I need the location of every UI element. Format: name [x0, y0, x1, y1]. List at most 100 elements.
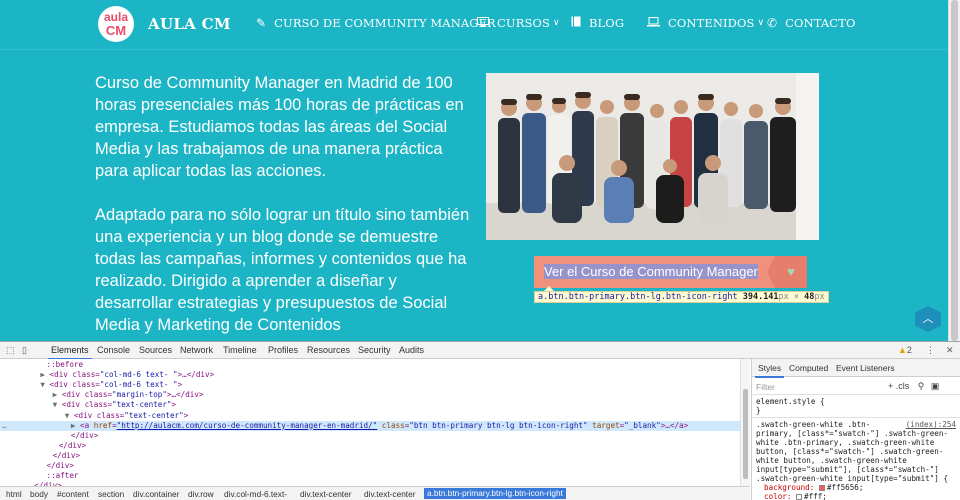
- color-swatch[interactable]: [796, 494, 803, 500]
- tab-profiles[interactable]: Profiles: [268, 345, 298, 355]
- pin-icon[interactable]: ⚲: [918, 381, 925, 391]
- expand-toggle-icon: ▶: [40, 370, 50, 380]
- tab-security[interactable]: Security: [358, 345, 391, 355]
- chevron-up-icon: ︿: [922, 313, 934, 325]
- device-mode-icon[interactable]: ▯: [22, 345, 27, 356]
- styles-filter-tools[interactable]: + .cls ⚲ ▣: [888, 381, 939, 392]
- css-selector-line[interactable]: primary, [class*="swatch-"] .swatch-gree…: [756, 429, 948, 438]
- breadcrumb-item[interactable]: #content: [57, 489, 89, 499]
- page-viewport: aula CM AULA CM ✎ CURSO DE COMMUNITY MAN…: [0, 0, 948, 341]
- tab-elements[interactable]: Elements: [48, 345, 92, 360]
- nav-item-label: CURSO DE COMMUNITY MANAGER: [274, 16, 496, 30]
- styles-filter-input[interactable]: Filter: [756, 382, 775, 392]
- dom-tree-scrollbar-thumb[interactable]: [743, 389, 748, 479]
- tab-resources[interactable]: Resources: [307, 345, 350, 355]
- element-style-rule[interactable]: element.style {: [756, 397, 825, 406]
- gutter-ellipsis: …: [2, 420, 7, 430]
- tab-sources[interactable]: Sources: [139, 345, 172, 355]
- scroll-to-top-button[interactable]: ︿: [915, 306, 941, 332]
- dom-node-line[interactable]: ::after: [0, 471, 740, 481]
- breadcrumb-item[interactable]: div.text-center: [364, 489, 416, 499]
- dom-node-line[interactable]: ▼ <div class="col-md-6 text- ">: [0, 380, 740, 390]
- page-scrollbar[interactable]: [948, 0, 960, 341]
- nav-item-cursos[interactable]: CURSOS ∨: [477, 16, 560, 30]
- css-declaration-color[interactable]: color: #fff;: [756, 492, 827, 500]
- dom-node-line[interactable]: ▼ <div class="text-center">: [0, 411, 740, 421]
- add-rule-label[interactable]: + .cls: [888, 381, 909, 391]
- dom-node-line[interactable]: ▶ <div class="col-md-6 text- ">…</div>: [0, 370, 740, 380]
- pencil-icon: ✎: [256, 16, 267, 30]
- styles-divider: [752, 417, 960, 418]
- tab-styles[interactable]: Styles: [754, 363, 785, 378]
- nav-item-curso-cm[interactable]: ✎ CURSO DE COMMUNITY MANAGER: [256, 16, 496, 30]
- dom-node-line[interactable]: </div>: [0, 441, 740, 451]
- dom-tree[interactable]: ::before ▶ <div class="col-md-6 text- ">……: [0, 359, 740, 486]
- css-selector-line[interactable]: white button, .swatch-green-white: [756, 456, 907, 465]
- dom-node-line[interactable]: </div>: [0, 461, 740, 471]
- screen: aula CM AULA CM ✎ CURSO DE COMMUNITY MAN…: [0, 0, 960, 500]
- expand-toggle-icon: ▼: [40, 380, 50, 390]
- breadcrumb-item[interactable]: body: [30, 489, 48, 499]
- inspect-element-icon[interactable]: ⬚: [6, 345, 15, 356]
- tab-console[interactable]: Console: [97, 345, 130, 355]
- expand-toggle-icon: ▼: [64, 410, 74, 420]
- intro-paragraph-1: Curso de Community Manager en Madrid de …: [95, 74, 464, 180]
- brand-name[interactable]: AULA CM: [148, 15, 231, 33]
- nav-item-contenidos[interactable]: CONTENIDOS ∨: [647, 16, 764, 30]
- css-selector-line[interactable]: .swatch-green-white .btn-: [756, 420, 870, 429]
- breadcrumb-item[interactable]: div.text-center: [300, 489, 352, 499]
- tab-event-listeners[interactable]: Event Listeners: [836, 363, 895, 373]
- dom-node-line[interactable]: ▼ <div class="text-center">: [0, 400, 740, 410]
- element-state-icon[interactable]: ▣: [931, 381, 940, 391]
- nav-item-label: CURSOS: [497, 16, 550, 30]
- element-style-close: }: [756, 406, 761, 415]
- expand-toggle-icon: ▶: [70, 420, 81, 430]
- tab-computed[interactable]: Computed: [789, 363, 828, 373]
- styles-pane: Styles Computed Event Listeners Filter +…: [751, 359, 960, 500]
- nav-item-label: CONTACTO: [785, 16, 856, 30]
- css-selector-line[interactable]: white .btn-primary, .swatch-green-white: [756, 438, 934, 447]
- rule-source-link[interactable]: (index):254: [906, 420, 956, 429]
- nav-item-blog[interactable]: BLOG: [571, 16, 624, 30]
- chevron-down-icon: ∨: [552, 18, 560, 28]
- expand-toggle-icon: ▼: [52, 400, 62, 410]
- dom-node-line[interactable]: ::before: [0, 360, 740, 370]
- breadcrumb-item[interactable]: div.container: [133, 489, 179, 499]
- inspect-tooltip: a.btn.btn-primary.btn-lg.btn-icon-right …: [534, 291, 829, 303]
- css-selector-line[interactable]: .swatch-green-white input[type="submit"]…: [756, 474, 948, 483]
- nav-item-contacto[interactable]: ✆ CONTACTO: [767, 16, 856, 30]
- warning-counter[interactable]: ▲2: [898, 345, 912, 355]
- navbar: aula CM AULA CM ✎ CURSO DE COMMUNITY MAN…: [0, 0, 948, 50]
- dom-node-line[interactable]: ▶ <div class="margin-top">…</div>: [0, 390, 740, 400]
- breadcrumb-item[interactable]: html: [6, 489, 22, 499]
- tab-timeline[interactable]: Timeline: [223, 345, 257, 355]
- dom-node-line[interactable]: </div>: [0, 451, 740, 461]
- styles-divider: [752, 394, 960, 395]
- phone-icon: ✆: [767, 16, 778, 30]
- css-declaration-background[interactable]: background: #ff5656;: [756, 483, 863, 492]
- tooltip-selector: a.btn.btn-primary.btn-lg.btn-icon-right: [538, 292, 738, 302]
- cta-label: Ver el Curso de Community Manager: [534, 256, 775, 288]
- breadcrumb-item[interactable]: section: [98, 489, 124, 499]
- group-photo-image: [486, 73, 819, 240]
- tooltip-dimensions: 394.141px × 48px: [742, 292, 825, 302]
- breadcrumb-item[interactable]: div.row: [188, 489, 214, 499]
- dom-tree-scrollbar[interactable]: [740, 359, 750, 486]
- color-swatch[interactable]: [818, 485, 825, 491]
- more-options-icon[interactable]: ⋮: [926, 345, 935, 356]
- close-icon[interactable]: ✕: [946, 345, 954, 356]
- dom-node-line[interactable]: … ▶ <a href="http://aulacm.com/curso-de-c…: [0, 420, 740, 431]
- css-selector-line[interactable]: button, [class*="swatch-"] .swatch-green…: [756, 447, 943, 456]
- css-selector-line[interactable]: input[type="submit"], [class*="swatch-"]: [756, 465, 939, 474]
- logo[interactable]: aula CM: [98, 6, 134, 42]
- cta-button[interactable]: Ver el Curso de Community Manager ♥: [534, 256, 807, 288]
- expand-toggle-icon: ▶: [52, 390, 62, 400]
- breadcrumb-item[interactable]: a.btn.btn-primary.btn-lg.btn-icon-right: [424, 488, 566, 499]
- page-scrollbar-thumb[interactable]: [951, 0, 958, 341]
- tab-network[interactable]: Network: [180, 345, 213, 355]
- laptop-icon: [647, 16, 660, 30]
- logo-line2: CM: [105, 23, 127, 38]
- tab-audits[interactable]: Audits: [399, 345, 424, 355]
- dom-node-line[interactable]: </div>: [0, 431, 740, 441]
- breadcrumb-item[interactable]: div.col-md-6.text-: [224, 489, 287, 499]
